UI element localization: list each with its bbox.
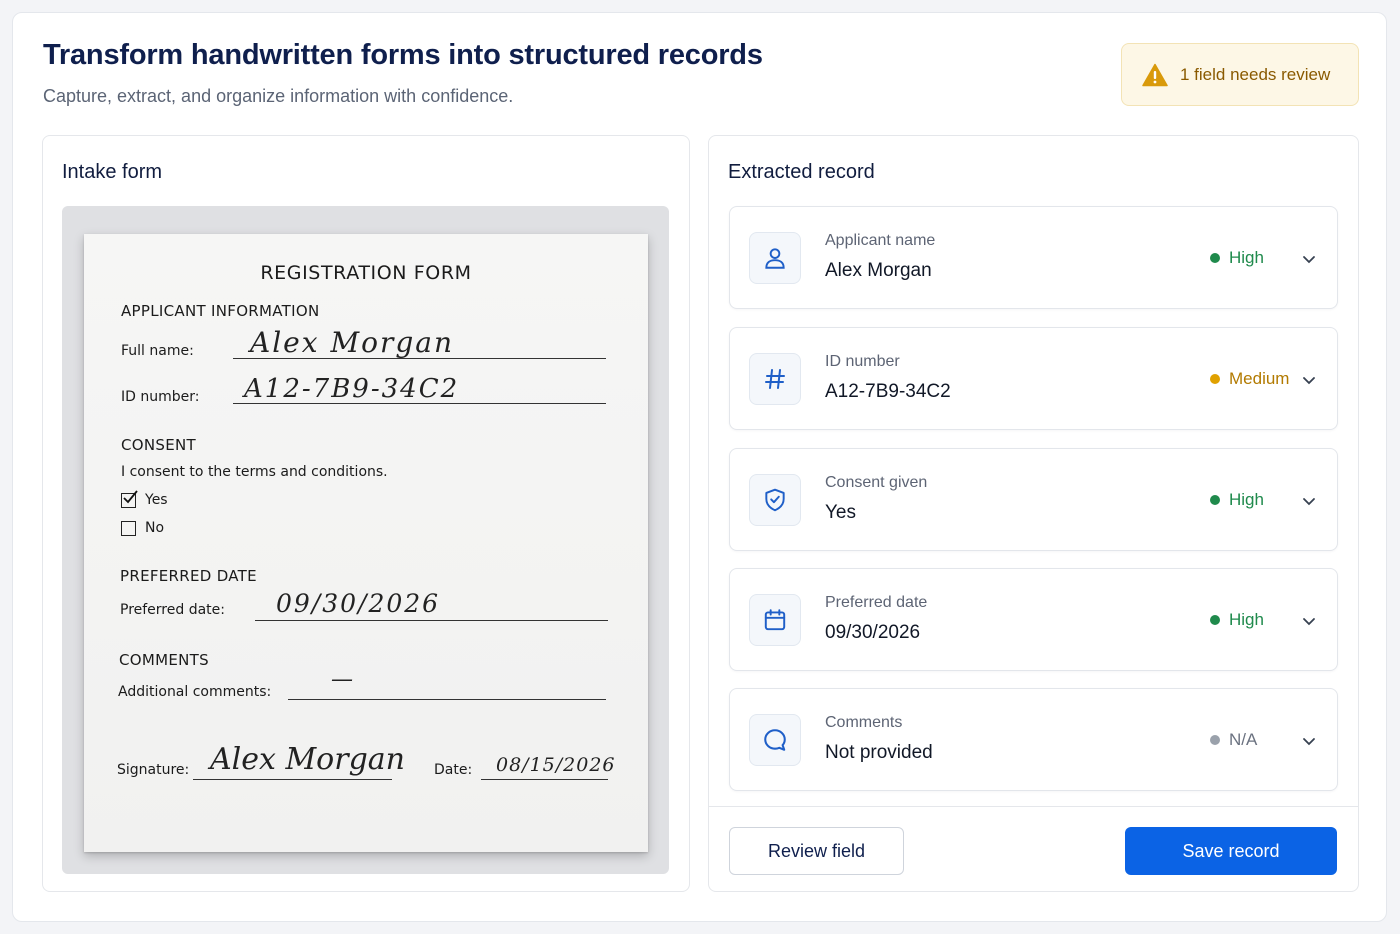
comments-line (288, 699, 606, 700)
id-handwriting: A12-7B9-34C2 (244, 374, 460, 404)
status-dot-icon (1210, 495, 1220, 505)
form-title: REGISTRATION FORM (260, 262, 472, 284)
field-label: ID number (825, 353, 900, 370)
signature-handwriting: Alex Morgan (210, 742, 405, 777)
chevron-down-icon[interactable] (1301, 493, 1317, 509)
field-card-preferred-date[interactable]: Preferred date 09/30/2026 High (729, 568, 1338, 671)
warning-icon (1142, 63, 1168, 86)
comment-icon (749, 714, 801, 766)
page-subtitle: Capture, extract, and organize informati… (43, 86, 514, 106)
signature-line (193, 779, 392, 780)
status-dot-icon (1210, 615, 1220, 625)
full-name-line (233, 358, 606, 359)
field-value: A12-7B9-34C2 (825, 381, 951, 402)
calendar-icon (749, 594, 801, 646)
section-comments: COMMENTS (119, 651, 209, 669)
field-card-applicant-name[interactable]: Applicant name Alex Morgan High (729, 206, 1338, 309)
consent-text: I consent to the terms and conditions. (121, 464, 388, 480)
checkbox-checked-icon (121, 489, 138, 508)
field-label: Comments (825, 714, 903, 731)
id-line (233, 403, 606, 404)
confidence-badge: High (1210, 610, 1264, 630)
comments-handwriting: — (331, 667, 355, 692)
status-dot-icon (1210, 253, 1220, 263)
field-label: Preferred date (825, 594, 928, 611)
section-date: PREFERRED DATE (120, 567, 257, 585)
extracted-record-panel: Extracted record Applicant name Alex Mor… (708, 135, 1359, 892)
paper-form: REGISTRATION FORM APPLICANT INFORMATION … (84, 234, 648, 852)
confidence-badge: N/A (1210, 730, 1257, 750)
consent-yes-option: Yes (121, 489, 168, 508)
confidence-badge: Medium (1210, 369, 1289, 389)
section-applicant: APPLICANT INFORMATION (121, 302, 320, 320)
sign-date-line (481, 779, 608, 780)
shield-check-icon (749, 474, 801, 526)
field-value: Not provided (825, 742, 933, 763)
field-value: Yes (825, 502, 856, 523)
id-label: ID number: (121, 389, 200, 405)
record-panel-title: Extracted record (728, 161, 875, 183)
status-dot-icon (1210, 735, 1220, 745)
field-value: Alex Morgan (825, 260, 932, 281)
sign-date-label: Date: (434, 762, 473, 778)
consent-no-option: No (121, 520, 164, 536)
chevron-down-icon[interactable] (1301, 251, 1317, 267)
section-consent: CONSENT (121, 436, 196, 454)
yes-label: Yes (145, 492, 168, 508)
footer-divider (709, 806, 1358, 807)
chevron-down-icon[interactable] (1301, 372, 1317, 388)
confidence-badge: High (1210, 490, 1264, 510)
hash-icon (749, 353, 801, 405)
save-record-button[interactable]: Save record (1125, 827, 1337, 875)
field-label: Consent given (825, 474, 928, 491)
signature-label: Signature: (117, 762, 190, 778)
checkbox-empty-icon (121, 520, 136, 536)
form-image: REGISTRATION FORM APPLICANT INFORMATION … (62, 206, 669, 874)
chevron-down-icon[interactable] (1301, 613, 1317, 629)
no-label: No (145, 520, 165, 536)
alert-text: 1 field needs review (1180, 64, 1331, 84)
full-name-label: Full name: (121, 343, 194, 359)
sign-date-handwriting: 08/15/2026 (496, 754, 616, 776)
field-card-consent[interactable]: Consent given Yes High (729, 448, 1338, 551)
date-line (255, 620, 608, 621)
user-icon (749, 232, 801, 284)
comments-label: Additional comments: (118, 684, 272, 700)
status-dot-icon (1210, 374, 1220, 384)
field-value: 09/30/2026 (825, 622, 921, 643)
field-card-id-number[interactable]: ID number A12-7B9-34C2 Medium (729, 327, 1338, 430)
full-name-handwriting: Alex Morgan (250, 326, 454, 359)
review-field-button[interactable]: Review field (729, 827, 904, 875)
chevron-down-icon[interactable] (1301, 733, 1317, 749)
intake-form-panel: Intake form REGISTRATION FORM APPLICANT … (42, 135, 690, 892)
review-alert[interactable]: 1 field needs review (1121, 43, 1359, 106)
confidence-badge: High (1210, 248, 1264, 268)
page-title: Transform handwritten forms into structu… (43, 39, 763, 71)
intake-panel-title: Intake form (62, 161, 163, 183)
date-handwriting: 09/30/2026 (276, 589, 441, 618)
app-window: Transform handwritten forms into structu… (12, 12, 1387, 922)
field-card-comments[interactable]: Comments Not provided N/A (729, 688, 1338, 791)
date-label: Preferred date: (120, 602, 225, 618)
field-label: Applicant name (825, 232, 936, 249)
